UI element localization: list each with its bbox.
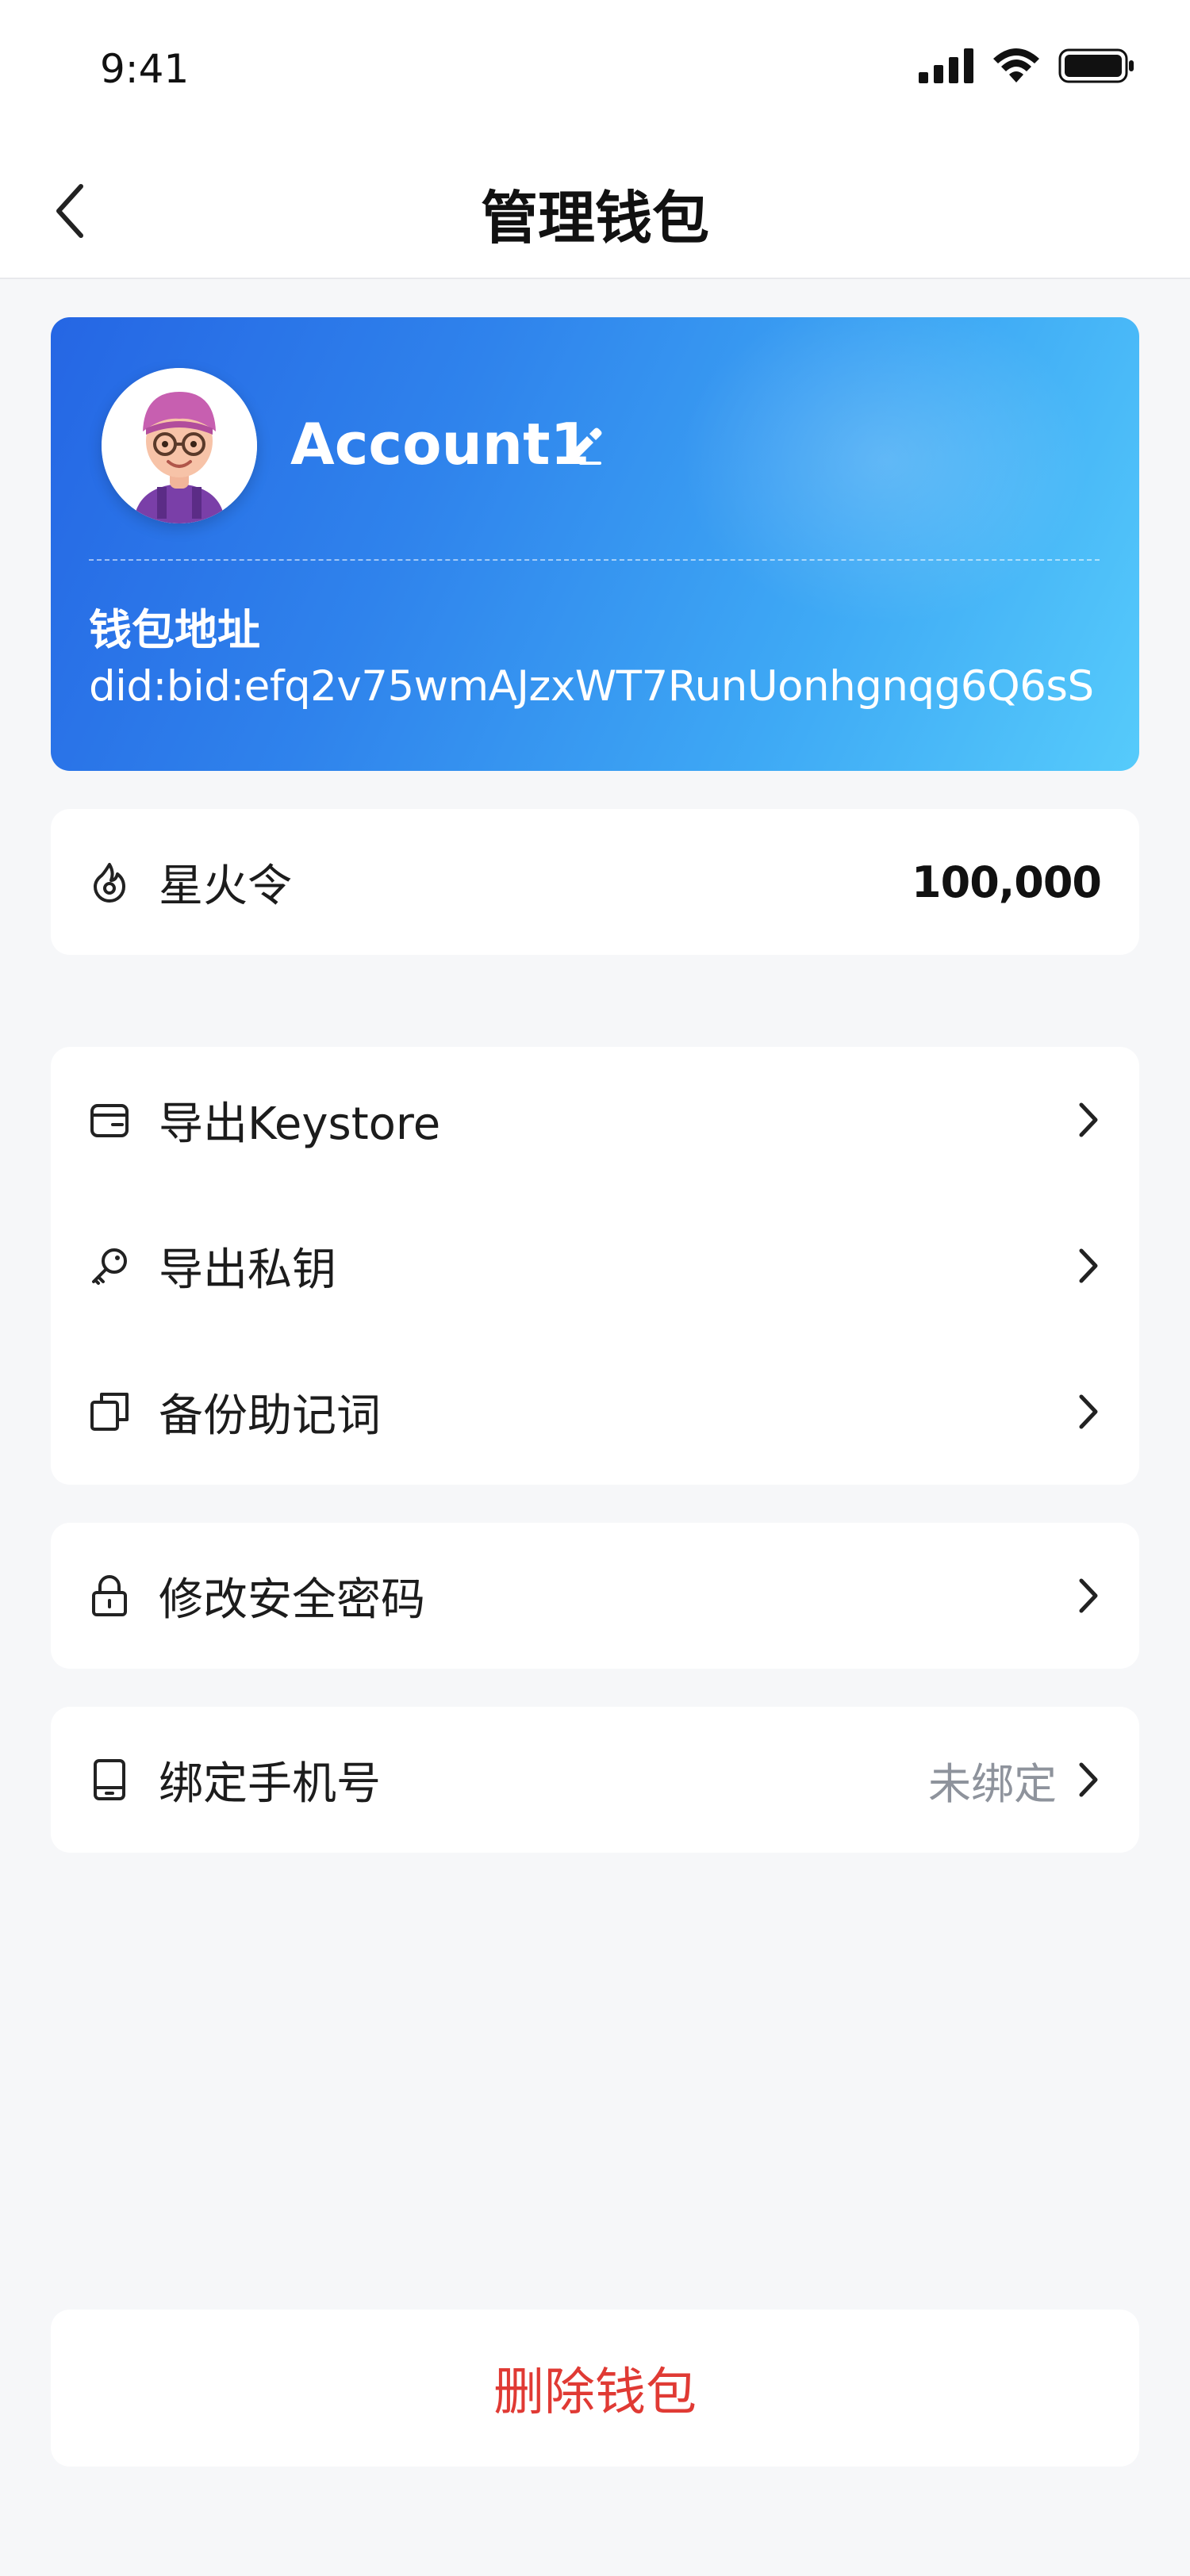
- avatar[interactable]: [102, 368, 257, 523]
- delete-wallet-label: 删除钱包: [493, 2363, 697, 2422]
- chevron-right-icon: [1073, 1244, 1104, 1288]
- export-keystore-label: 导出Keystore: [159, 1098, 441, 1150]
- token-balance-card: 星火令 100,000: [51, 809, 1139, 955]
- backup-mnemonic-label: 备份助记词: [159, 1390, 381, 1442]
- security-export-card: 导出Keystore 导出私钥 备份助记词: [51, 1047, 1139, 1485]
- bind-phone-status: 未绑定: [928, 1758, 1057, 1809]
- status-bar: 9:41: [0, 0, 1190, 143]
- chevron-right-icon: [1073, 1098, 1104, 1142]
- change-password-row[interactable]: 修改安全密码: [51, 1523, 1139, 1669]
- export-private-key-label: 导出私钥: [159, 1244, 336, 1296]
- key-icon: [87, 1244, 132, 1288]
- token-amount: 100,000: [912, 857, 1102, 907]
- wallet-address-value[interactable]: did:bid:efq2v75wmAJzxWT7RunUonhgnqg6Q6sS: [89, 662, 1094, 711]
- avatar-illustration-icon: [102, 368, 257, 523]
- password-card: 修改安全密码: [51, 1523, 1139, 1669]
- card-divider: [89, 559, 1100, 561]
- pencil-icon: [566, 427, 602, 465]
- account-card: Account1 钱包地址 did:bid:efq2v75wmAJzxWT7Ru…: [51, 317, 1139, 771]
- wallet-icon: [87, 1098, 132, 1142]
- token-name: 星火令: [159, 860, 292, 912]
- flame-circle-icon: [87, 860, 132, 904]
- lock-icon: [87, 1574, 132, 1618]
- status-time: 9:41: [100, 46, 190, 92]
- export-keystore-row[interactable]: 导出Keystore: [51, 1047, 1139, 1193]
- battery-icon: [1058, 48, 1134, 83]
- phone-card: 绑定手机号 未绑定: [51, 1707, 1139, 1853]
- signal-icon: [919, 48, 973, 83]
- page-title: 管理钱包: [480, 185, 709, 251]
- wallet-address-label: 钱包地址: [89, 605, 260, 655]
- delete-wallet-button[interactable]: 删除钱包: [51, 2310, 1139, 2467]
- export-private-key-row[interactable]: 导出私钥: [51, 1193, 1139, 1339]
- manage-wallet-screen: 9:41 管理钱包 Account1 钱包地址 did:bid:efq2v75w…: [0, 0, 1190, 2576]
- change-password-label: 修改安全密码: [159, 1574, 425, 1626]
- bind-phone-row[interactable]: 绑定手机号 未绑定: [51, 1707, 1139, 1853]
- backup-mnemonic-row[interactable]: 备份助记词: [51, 1339, 1139, 1485]
- copy-icon: [87, 1390, 132, 1434]
- chevron-right-icon: [1073, 1390, 1104, 1434]
- bind-phone-label: 绑定手机号: [159, 1758, 381, 1810]
- wifi-icon: [993, 48, 1039, 82]
- phone-icon: [87, 1758, 132, 1802]
- token-row[interactable]: 星火令 100,000: [51, 809, 1139, 955]
- edit-name-button[interactable]: [559, 422, 606, 470]
- chevron-right-icon: [1073, 1574, 1104, 1618]
- account-name: Account1: [290, 411, 590, 477]
- card-glow: [679, 317, 1092, 627]
- chevron-right-icon: [1073, 1758, 1104, 1802]
- nav-bar: 管理钱包: [0, 143, 1190, 279]
- status-icons: [919, 46, 1134, 86]
